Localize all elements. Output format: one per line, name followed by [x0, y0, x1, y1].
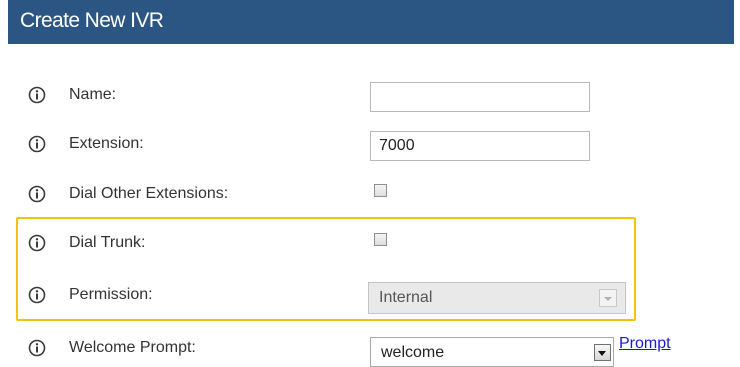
prompt-link[interactable]: Prompt [619, 335, 671, 353]
dial-trunk-checkbox[interactable] [374, 233, 387, 246]
info-icon[interactable] [28, 286, 46, 304]
info-icon[interactable] [28, 135, 46, 153]
info-icon[interactable] [28, 234, 46, 252]
extension-input[interactable] [370, 131, 590, 161]
info-icon[interactable] [28, 339, 46, 357]
permission-value: Internal [379, 289, 433, 306]
name-label: Name: [69, 86, 117, 103]
dial-other-extensions-label: Dial Other Extensions: [69, 185, 229, 202]
page-header: Create New IVR [8, 0, 734, 44]
welcome-prompt-select[interactable]: welcome [370, 337, 614, 367]
dial-trunk-label: Dial Trunk: [69, 234, 146, 251]
extension-row: Extension: [0, 131, 740, 161]
name-row: Name: [0, 82, 740, 112]
dial-other-extensions-row: Dial Other Extensions: [0, 181, 740, 211]
name-input[interactable] [370, 82, 590, 112]
info-icon[interactable] [28, 185, 46, 203]
extension-label: Extension: [69, 135, 144, 152]
chevron-down-icon [599, 289, 617, 307]
page-title: Create New IVR [20, 9, 164, 32]
dial-other-extensions-checkbox[interactable] [374, 184, 387, 197]
chevron-down-icon [594, 344, 611, 361]
dial-trunk-row: Dial Trunk: [0, 230, 740, 260]
welcome-prompt-value: welcome [381, 344, 445, 361]
welcome-prompt-row: Welcome Prompt: welcome Prompt [0, 335, 740, 367]
permission-row: Permission: Internal [0, 282, 740, 314]
info-icon[interactable] [28, 86, 46, 104]
permission-label: Permission: [69, 286, 153, 303]
permission-select[interactable]: Internal [368, 282, 626, 314]
welcome-prompt-label: Welcome Prompt: [69, 339, 196, 356]
